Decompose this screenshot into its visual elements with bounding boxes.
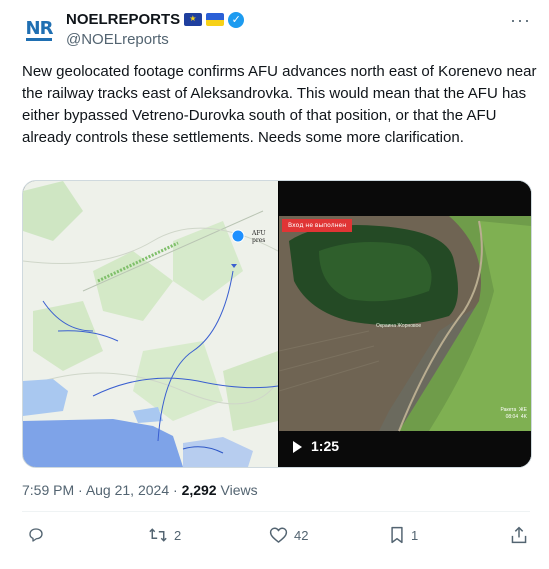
retweet-icon	[149, 528, 167, 542]
verified-badge-icon: ✓	[228, 11, 245, 28]
map-image[interactable]: AFU pres	[23, 181, 278, 467]
share-icon	[511, 526, 527, 544]
avatar-logo: NR	[25, 17, 53, 41]
map-graphic	[23, 181, 278, 467]
like-button[interactable]: 42	[269, 526, 308, 544]
map-afu-label: AFU pres	[252, 230, 266, 244]
views-count: 2,292	[181, 482, 217, 498]
reply-button[interactable]	[27, 526, 51, 544]
meta-separator-2: ·	[169, 482, 182, 498]
author-handle[interactable]: @NOELreports	[66, 31, 169, 48]
bookmark-count: 1	[411, 527, 419, 543]
share-button[interactable]	[510, 526, 528, 544]
retweet-count: 2	[174, 527, 182, 543]
retweet-button[interactable]: 2	[148, 526, 181, 544]
tweet-card: NR NOELREPORTS ✓ @NOELreports ··· New ge…	[0, 0, 549, 569]
avatar[interactable]: NR	[17, 8, 61, 52]
video-duration: 1:25	[311, 438, 340, 454]
video-field-label: Окраина Жорновое	[376, 323, 422, 329]
bookmark-button[interactable]: 1	[389, 526, 418, 544]
video-hud: Ракета ЖЕ 08:04 4K	[500, 407, 527, 420]
media-container[interactable]: AFU pres Вход не выполнен Окраина Жорнов…	[22, 180, 532, 468]
ukraine-flag-icon	[206, 13, 225, 26]
tweet-time[interactable]: 7:59 PM	[22, 482, 74, 498]
heart-icon	[269, 527, 288, 543]
reply-icon	[29, 528, 43, 542]
views-label: Views	[216, 482, 258, 498]
tweet-meta: 7:59 PM · Aug 21, 2024 · 2,292 Views	[22, 482, 258, 498]
tweet-date[interactable]: Aug 21, 2024	[86, 482, 169, 498]
play-icon[interactable]	[293, 441, 302, 453]
bookmark-icon	[391, 526, 403, 544]
video-banner: Вход не выполнен	[282, 219, 353, 232]
tweet-text: New geolocated footage confirms AFU adva…	[22, 63, 537, 146]
more-options-icon[interactable]: ···	[510, 10, 531, 31]
eu-flag-icon	[184, 13, 203, 26]
author-display-name[interactable]: NOELREPORTS	[66, 11, 180, 28]
meta-separator: ·	[74, 482, 86, 498]
video-player[interactable]: Вход не выполнен Окраина Жорновое Ракета…	[279, 181, 531, 467]
like-count: 42	[294, 527, 309, 543]
divider	[22, 511, 530, 512]
author-name-row: NOELREPORTS ✓	[66, 11, 245, 28]
